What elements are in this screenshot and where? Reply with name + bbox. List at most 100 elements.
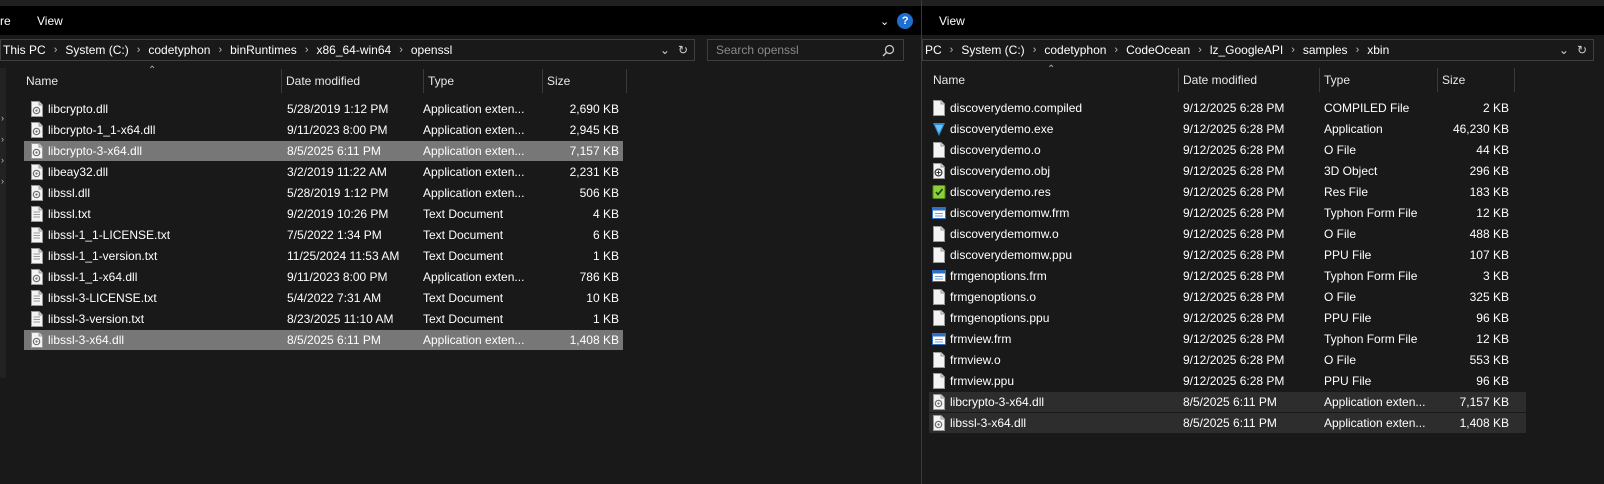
file-row[interactable]: discoverydemomw.frm 9/12/2025 6:28 PM Typh… <box>929 203 1526 223</box>
search-placeholder[interactable]: Search openssl <box>716 43 799 57</box>
nav-expand-arrow-icon[interactable]: › <box>1 155 5 165</box>
breadcrumb-separator-icon[interactable]: › <box>944 44 960 56</box>
file-row[interactable]: libcrypto.dll 5/28/2019 1:12 PM Applicatio… <box>24 99 623 119</box>
file-row[interactable]: discoverydemo.res 9/12/2025 6:28 PM Res Fi… <box>929 182 1526 202</box>
file-row[interactable]: libssl-3-x64.dll 8/5/2025 6:11 PM Applicat… <box>929 413 1526 433</box>
dll-icon[interactable] <box>30 185 44 201</box>
expand-ribbon-chevron-icon[interactable]: ⌄ <box>880 15 889 28</box>
file-icon[interactable] <box>932 373 946 389</box>
column-divider[interactable] <box>626 69 627 93</box>
dll-icon[interactable] <box>30 164 44 180</box>
column-header-type[interactable]: Type <box>424 67 542 95</box>
file-row[interactable]: libcrypto-3-x64.dll 8/5/2025 6:11 PM Appli… <box>24 141 623 161</box>
file-row[interactable]: libssl.txt 9/2/2019 10:26 PM Text Document… <box>24 204 623 224</box>
file-row[interactable]: frmview.frm 9/12/2025 6:28 PM Typhon Form … <box>929 329 1526 349</box>
file-row[interactable]: libssl-1_1-x64.dll 9/11/2023 8:00 PM Appli… <box>24 267 623 287</box>
file-row[interactable]: libssl-1_1-version.txt 11/25/2024 11:53 A… <box>24 246 623 266</box>
breadcrumb-system-c[interactable]: System (C:) <box>63 43 130 57</box>
address-dropdown-chevron-icon[interactable]: ⌄ <box>660 43 670 57</box>
file-icon[interactable] <box>932 226 946 242</box>
breadcrumb-separator-icon[interactable]: › <box>393 44 409 56</box>
breadcrumb-binruntimes[interactable]: binRuntimes <box>228 43 299 57</box>
nav-expand-arrow-icon[interactable]: › <box>1 176 5 186</box>
file-icon[interactable] <box>932 247 946 263</box>
dll-icon[interactable] <box>30 122 44 138</box>
file-row[interactable]: libeay32.dll 3/2/2019 11:22 AM Application… <box>24 162 623 182</box>
form-file-icon[interactable] <box>932 205 946 221</box>
column-header-name[interactable]: Name <box>22 67 281 95</box>
file-row[interactable]: libssl-3-LICENSE.txt 5/4/2022 7:31 AM Text… <box>24 288 623 308</box>
dll-icon[interactable] <box>30 269 44 285</box>
breadcrumb-system-c[interactable]: System (C:) <box>959 43 1026 57</box>
breadcrumb-x86-64-win64[interactable]: x86_64-win64 <box>314 43 393 57</box>
address-bar[interactable]: PC › System (C:) › codetyphon › CodeOcea… <box>922 39 1594 61</box>
column-header-date-modified[interactable]: Date modified <box>282 67 423 95</box>
breadcrumb-separator-icon[interactable]: › <box>299 44 315 56</box>
column-divider[interactable] <box>1514 68 1515 92</box>
search-icon[interactable] <box>882 44 895 57</box>
search-box[interactable]: Search openssl <box>707 39 904 61</box>
text-file-icon[interactable] <box>30 311 44 327</box>
form-file-icon[interactable] <box>932 268 946 284</box>
text-file-icon[interactable] <box>30 227 44 243</box>
res-file-icon[interactable] <box>932 184 946 200</box>
breadcrumb-separator-icon[interactable]: › <box>1108 44 1124 56</box>
refresh-icon[interactable]: ↻ <box>678 43 688 57</box>
text-file-icon[interactable] <box>30 290 44 306</box>
breadcrumb-lz-googleapi[interactable]: lz_GoogleAPI <box>1208 43 1285 57</box>
file-row[interactable]: discoverydemo.obj 9/12/2025 6:28 PM 3D Obj… <box>929 161 1526 181</box>
address-dropdown-chevron-icon[interactable]: ⌄ <box>1559 43 1569 57</box>
breadcrumb-separator-icon[interactable]: › <box>1285 44 1301 56</box>
text-file-icon[interactable] <box>30 206 44 222</box>
column-header-size[interactable]: Size <box>543 67 618 95</box>
column-header-name[interactable]: Name <box>929 66 1178 94</box>
file-row[interactable]: frmview.o 9/12/2025 6:28 PM O File 553 KB <box>929 350 1526 370</box>
breadcrumb-separator-icon[interactable]: › <box>1192 44 1208 56</box>
dll-icon[interactable] <box>30 101 44 117</box>
file-row[interactable]: libcrypto-3-x64.dll 8/5/2025 6:11 PM Appli… <box>929 392 1526 412</box>
column-header-type[interactable]: Type <box>1320 66 1437 94</box>
file-row[interactable]: frmview.ppu 9/12/2025 6:28 PM PPU File 96 K… <box>929 371 1526 391</box>
menu-item-view[interactable]: View <box>939 14 965 28</box>
file-row[interactable]: libcrypto-1_1-x64.dll 9/11/2023 8:00 PM Ap… <box>24 120 623 140</box>
breadcrumb-separator-icon[interactable]: › <box>1027 44 1043 56</box>
file-icon[interactable] <box>932 352 946 368</box>
column-header-date-modified[interactable]: Date modified <box>1179 66 1319 94</box>
text-file-icon[interactable] <box>30 248 44 264</box>
file-row[interactable]: libssl-1_1-LICENSE.txt 7/5/2022 1:34 PM Te… <box>24 225 623 245</box>
breadcrumb-codetyphon[interactable]: codetyphon <box>146 43 212 57</box>
breadcrumb-codetyphon[interactable]: codetyphon <box>1042 43 1108 57</box>
breadcrumb-this-pc[interactable]: PC <box>923 43 944 57</box>
file-row[interactable]: frmgenoptions.frm 9/12/2025 6:28 PM Typhon… <box>929 266 1526 286</box>
breadcrumb-separator-icon[interactable]: › <box>48 44 64 56</box>
nav-expand-arrow-icon[interactable]: › <box>1 113 5 123</box>
form-file-icon[interactable] <box>932 331 946 347</box>
file-row[interactable]: discoverydemomw.ppu 9/12/2025 6:28 PM PPU … <box>929 245 1526 265</box>
file-row[interactable]: libssl-3-x64.dll 8/5/2025 6:11 PM Applicat… <box>24 330 623 350</box>
file-icon[interactable] <box>932 310 946 326</box>
breadcrumb-separator-icon[interactable]: › <box>212 44 228 56</box>
breadcrumb-xbin[interactable]: xbin <box>1365 43 1391 57</box>
file-row[interactable]: discoverydemomw.o 9/12/2025 6:28 PM O File… <box>929 224 1526 244</box>
file-icon[interactable] <box>932 100 946 116</box>
navigation-pane-edge[interactable]: › › › › <box>0 68 6 378</box>
breadcrumb-codeocean[interactable]: CodeOcean <box>1124 43 1192 57</box>
file-row[interactable]: libssl-3-version.txt 8/23/2025 11:10 AM Te… <box>24 309 623 329</box>
menu-item-view[interactable]: View <box>37 14 63 28</box>
file-row[interactable]: discoverydemo.o 9/12/2025 6:28 PM O File 44… <box>929 140 1526 160</box>
menu-item-share[interactable]: re <box>0 14 11 28</box>
dll-icon[interactable] <box>932 415 946 431</box>
help-icon[interactable]: ? <box>897 13 914 29</box>
dll-icon[interactable] <box>932 394 946 410</box>
refresh-icon[interactable]: ↻ <box>1577 43 1587 57</box>
breadcrumb-separator-icon[interactable]: › <box>131 44 147 56</box>
file-row[interactable]: frmgenoptions.ppu 9/12/2025 6:28 PM PPU Fi… <box>929 308 1526 328</box>
file-row[interactable]: discoverydemo.exe 9/12/2025 6:28 PM Applic… <box>929 119 1526 139</box>
nav-expand-arrow-icon[interactable]: › <box>1 134 5 144</box>
file-icon[interactable] <box>932 289 946 305</box>
column-header-size[interactable]: Size <box>1438 66 1513 94</box>
file-row[interactable]: discoverydemo.compiled 9/12/2025 6:28 PM C… <box>929 98 1526 118</box>
dll-icon[interactable] <box>30 143 44 159</box>
3d-object-icon[interactable] <box>932 163 946 179</box>
address-bar[interactable]: This PC › System (C:) › codetyphon › bin… <box>0 39 695 61</box>
